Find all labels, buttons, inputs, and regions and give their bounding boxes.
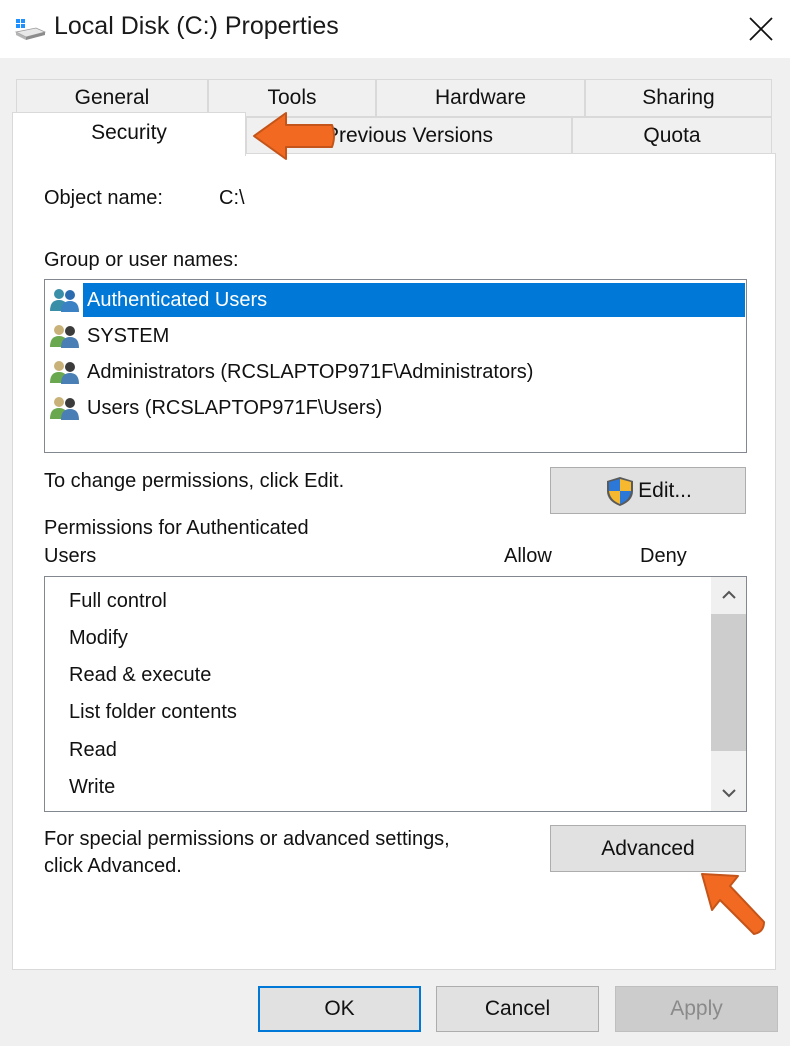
permission-row: List folder contents bbox=[69, 701, 237, 723]
edit-button-label: Edit... bbox=[638, 478, 692, 502]
advanced-button[interactable]: Advanced bbox=[550, 825, 746, 872]
allow-column-header: Allow bbox=[504, 545, 552, 567]
advanced-text-line2: click Advanced. bbox=[44, 855, 182, 877]
chevron-up-icon bbox=[721, 590, 736, 599]
security-panel: Object name: C:\ Group or user names: Au… bbox=[12, 153, 776, 970]
edit-button[interactable]: Edit... bbox=[550, 467, 746, 514]
users-group-icon bbox=[50, 325, 79, 348]
scroll-thumb[interactable] bbox=[711, 614, 746, 751]
user-list-item[interactable]: Users (RCSLAPTOP971F\Users) bbox=[49, 391, 386, 425]
tab-quota[interactable]: Quota bbox=[572, 117, 772, 155]
permissions-scrollbar[interactable] bbox=[711, 577, 746, 811]
change-permissions-text: To change permissions, click Edit. bbox=[44, 470, 345, 492]
permissions-list: Full control Modify Read & execute List … bbox=[44, 576, 747, 812]
user-list-item[interactable]: Administrators (RCSLAPTOP971F\Administra… bbox=[49, 355, 537, 389]
user-name: Authenticated Users bbox=[83, 283, 745, 317]
chevron-down-icon bbox=[721, 789, 736, 798]
user-name: SYSTEM bbox=[87, 325, 170, 347]
scroll-up-button[interactable] bbox=[711, 577, 746, 613]
apply-button[interactable]: Apply bbox=[615, 986, 778, 1032]
uac-shield-icon bbox=[607, 476, 634, 506]
users-group-icon bbox=[50, 397, 79, 420]
permission-row: Modify bbox=[69, 627, 128, 649]
tab-security[interactable]: Security bbox=[12, 112, 246, 156]
deny-column-header: Deny bbox=[640, 545, 687, 567]
tab-sharing[interactable]: Sharing bbox=[585, 79, 772, 117]
group-user-names-label: Group or user names: bbox=[44, 249, 239, 271]
user-list-item[interactable]: SYSTEM bbox=[49, 319, 173, 353]
permission-row: Read bbox=[69, 739, 117, 761]
object-name-label: Object name: bbox=[44, 187, 163, 209]
drive-icon bbox=[14, 19, 46, 40]
user-name: Administrators (RCSLAPTOP971F\Administra… bbox=[87, 361, 534, 383]
ok-button[interactable]: OK bbox=[258, 986, 421, 1032]
users-group-icon bbox=[50, 289, 79, 312]
permission-row: Write bbox=[69, 776, 116, 798]
window-title: Local Disk (C:) Properties bbox=[54, 12, 339, 40]
cancel-button[interactable]: Cancel bbox=[436, 986, 599, 1032]
user-list[interactable]: Authenticated Users SYSTEM Administrator… bbox=[44, 279, 747, 453]
title-bar: Local Disk (C:) Properties bbox=[0, 0, 790, 58]
permissions-for-label-line2: Users bbox=[44, 545, 97, 567]
object-name-value: C:\ bbox=[219, 187, 245, 209]
scroll-down-button[interactable] bbox=[711, 775, 746, 811]
tab-previous-versions[interactable]: Previous Versions bbox=[246, 117, 572, 155]
permission-row: Full control bbox=[69, 590, 167, 612]
users-group-icon bbox=[50, 361, 79, 384]
advanced-text-line1: For special permissions or advanced sett… bbox=[44, 828, 450, 850]
user-list-item[interactable]: Authenticated Users bbox=[49, 283, 745, 317]
permissions-for-label-line1: Permissions for Authenticated bbox=[44, 517, 309, 539]
permission-row: Read & execute bbox=[69, 664, 212, 686]
user-name: Users (RCSLAPTOP971F\Users) bbox=[87, 397, 383, 419]
close-button[interactable] bbox=[732, 0, 790, 58]
close-icon bbox=[749, 17, 773, 41]
tab-hardware[interactable]: Hardware bbox=[376, 79, 585, 117]
